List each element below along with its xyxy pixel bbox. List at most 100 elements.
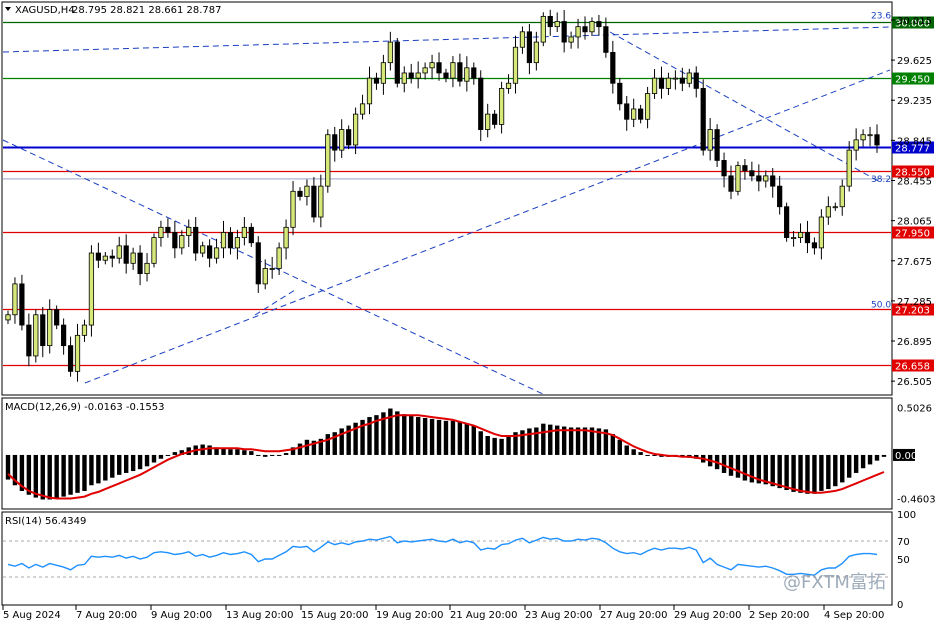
candle-bull[interactable] [415,72,421,79]
candle-bear[interactable] [478,77,484,130]
candle-bull[interactable] [276,247,282,269]
candle-bull[interactable] [450,62,456,79]
candle-bull[interactable] [498,88,505,125]
candle-bear[interactable] [193,226,199,254]
candle-bear[interactable] [638,108,644,120]
candle-bull[interactable] [339,129,345,151]
candle-bull[interactable] [325,134,331,187]
candle-bull[interactable] [485,113,491,130]
candle-bear[interactable] [728,175,734,192]
candle-bull[interactable] [644,93,651,120]
candle-bear[interactable] [165,226,171,233]
candle-bull[interactable] [860,134,866,141]
candle-bear[interactable] [804,232,811,244]
candle-bull[interactable] [213,247,220,259]
candle-bear[interactable] [492,113,498,125]
candle-bull[interactable] [269,268,275,270]
candle-bear[interactable] [777,185,783,208]
candle-bull[interactable] [304,185,310,197]
candle-bear[interactable] [61,324,67,347]
candle-bear[interactable] [624,103,630,120]
candle-bull[interactable] [672,77,678,80]
candle-bear[interactable] [596,21,602,28]
candle-bull[interactable] [387,41,393,64]
candle-bull[interactable] [554,21,560,28]
candle-bear[interactable] [373,77,380,84]
candle-bull[interactable] [735,165,741,192]
candle-bear[interactable] [123,245,129,264]
candle-bull[interactable] [200,245,206,254]
candle-bull[interactable] [12,283,18,316]
candle-bear[interactable] [547,15,553,28]
candle-bull[interactable] [846,149,852,187]
candle-bull[interactable] [540,15,546,43]
candle-bear[interactable] [603,26,609,53]
candle-bear[interactable] [207,245,213,259]
candle-bear[interactable] [95,252,101,261]
candle-bull[interactable] [151,237,157,264]
candle-bear[interactable] [311,185,317,218]
candle-bull[interactable] [512,46,519,84]
candle-bear[interactable] [610,51,616,84]
candle-bull[interactable] [241,226,247,239]
candle-bull[interactable] [790,237,797,240]
candle-bull[interactable] [839,185,845,208]
candle-bull[interactable] [818,216,824,249]
candle-bear[interactable] [658,77,665,89]
candle-bull[interactable] [220,232,227,249]
trading-chart[interactable]: 30.00029.45028.77728.55027.95027.20326.6… [0,0,936,624]
candle-bear[interactable] [561,21,567,43]
candle-bull[interactable] [359,103,366,115]
candle-bear[interactable] [721,160,727,177]
candle-bull[interactable] [74,334,81,372]
candle-bear[interactable] [137,252,143,275]
candle-bear[interactable] [874,134,880,146]
candle-bear[interactable] [346,129,352,146]
candle-bull[interactable] [519,31,526,48]
candle-bear[interactable] [700,88,706,151]
candle-bear[interactable] [255,242,261,285]
candle-bull[interactable] [366,77,373,105]
candle-bear[interactable] [248,226,254,244]
candle-bull[interactable] [352,113,359,146]
candle-bear[interactable] [526,31,533,64]
candle-bear[interactable] [457,62,463,82]
candle-bull[interactable] [568,36,574,43]
candle-bull[interactable] [867,134,873,137]
candle-bear[interactable] [742,165,748,172]
candle-bull[interactable] [651,77,658,94]
candle-bull[interactable] [686,72,692,84]
candle-bear[interactable] [436,62,442,74]
candle-bear[interactable] [227,232,234,249]
candle-bear[interactable] [443,72,449,79]
candle-bull[interactable] [5,314,11,321]
candle-bear[interactable] [297,190,303,197]
candle-bear[interactable] [54,309,60,326]
candle-bull[interactable] [130,252,136,264]
candle-bear[interactable] [332,134,338,151]
candle-bull[interactable] [88,252,95,326]
candle-bear[interactable] [582,26,588,33]
candle-bull[interactable] [422,67,428,74]
candle-bear[interactable] [679,77,685,84]
candle-bear[interactable] [109,255,115,259]
candle-bull[interactable] [832,206,838,209]
candle-bull[interactable] [186,226,192,236]
candle-bull[interactable] [33,314,39,357]
candle-bull[interactable] [158,226,164,239]
candle-bull[interactable] [429,62,435,69]
candle-bull[interactable] [575,26,581,38]
candle-bull[interactable] [144,262,150,275]
candle-bear[interactable] [756,175,762,182]
candle-bull[interactable] [179,235,185,249]
candle-bull[interactable] [589,21,595,33]
candle-bear[interactable] [408,72,414,79]
candle-bull[interactable] [318,185,324,218]
candle-bear[interactable] [811,242,818,249]
candle-bull[interactable] [262,268,268,285]
candle-bear[interactable] [784,206,790,239]
candle-bull[interactable] [533,41,539,64]
candle-bull[interactable] [283,226,289,249]
candle-bear[interactable] [19,283,25,326]
candle-bull[interactable] [47,309,53,347]
